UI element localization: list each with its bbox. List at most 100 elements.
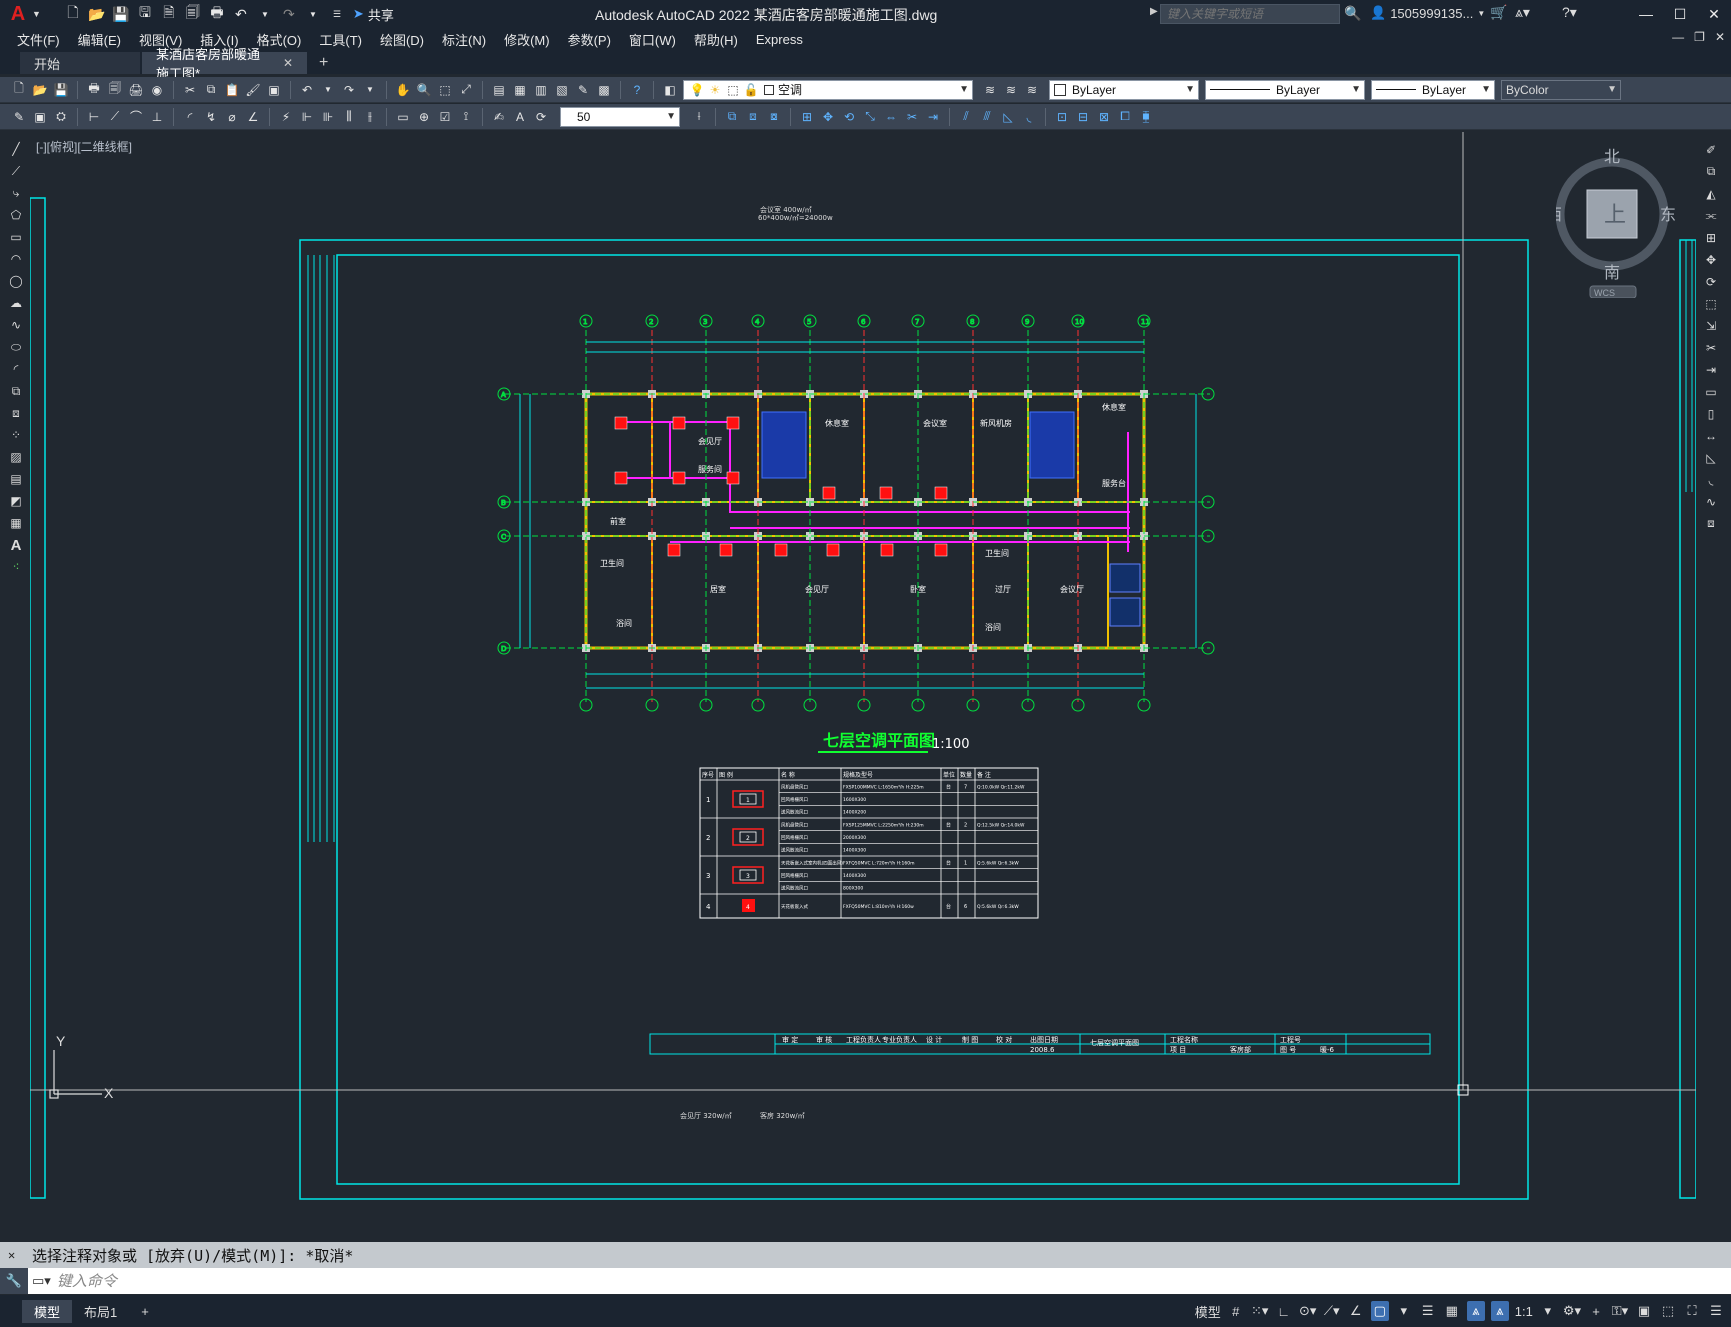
baseline-dim-icon[interactable]: ⊩ bbox=[298, 108, 316, 126]
doc-restore-icon[interactable]: ❐ bbox=[1694, 30, 1705, 44]
zoom-realtime-icon[interactable]: 🔍 bbox=[415, 81, 433, 99]
menu-item-1[interactable]: 编辑(E) bbox=[69, 30, 130, 49]
customize-icon[interactable]: 🔧 bbox=[0, 1268, 28, 1294]
annoscale-dropdown-icon[interactable]: ▾ bbox=[1539, 1301, 1557, 1321]
join-icon[interactable]: ⫻ bbox=[978, 108, 996, 126]
break-at-point-icon[interactable]: ▭ bbox=[1702, 382, 1720, 401]
menu-item-10[interactable]: 窗口(W) bbox=[620, 30, 685, 49]
array-icon[interactable]: ⊞ bbox=[1702, 228, 1720, 247]
paste-icon[interactable]: 📋 bbox=[223, 81, 241, 99]
maximize-icon[interactable]: ☐ bbox=[1663, 0, 1697, 28]
region-icon[interactable]: ◩ bbox=[7, 492, 25, 510]
linear-dim-icon[interactable]: ⊢ bbox=[85, 108, 103, 126]
snap-icon[interactable]: ⁙▾ bbox=[1251, 1301, 1269, 1321]
lineweight-icon[interactable]: ☰ bbox=[1419, 1301, 1437, 1321]
layer-previous-icon[interactable]: ≋ bbox=[1002, 81, 1020, 99]
dim-break-icon[interactable]: ⫲ bbox=[361, 108, 379, 126]
stretch-icon[interactable]: ⇲ bbox=[1702, 316, 1720, 335]
chamfer-icon[interactable]: ◺ bbox=[999, 108, 1017, 126]
line-icon[interactable]: ╱ bbox=[7, 140, 25, 158]
image-icon[interactable]: ⧯ bbox=[1137, 108, 1155, 126]
object-snap-tracking-icon[interactable]: ∠ bbox=[1347, 1301, 1365, 1321]
dim-update-icon[interactable]: ⟳ bbox=[532, 108, 550, 126]
dim-space-icon[interactable]: ⫼ bbox=[340, 108, 358, 126]
save-as-icon[interactable]: 🖫 bbox=[135, 4, 155, 23]
3d-print-icon[interactable]: ◉ bbox=[148, 81, 166, 99]
join-icon[interactable]: ↔ bbox=[1702, 426, 1720, 445]
construction-line-icon[interactable]: ⟋ bbox=[7, 162, 25, 180]
redo-dropdown-icon[interactable]: ▼ bbox=[361, 81, 379, 99]
aligned-dim-icon[interactable]: ⟋ bbox=[106, 108, 124, 126]
dim-text-edit-icon[interactable]: A bbox=[511, 108, 529, 126]
stretch-icon[interactable]: ⇔ bbox=[882, 108, 900, 126]
insert-block-icon[interactable]: ⊡ bbox=[1053, 108, 1071, 126]
move-icon[interactable]: ✥ bbox=[819, 108, 837, 126]
jogged-dim-icon[interactable]: ↯ bbox=[202, 108, 220, 126]
doc-close-icon[interactable]: ✕ bbox=[1715, 30, 1725, 44]
gradient-icon[interactable]: ▤ bbox=[7, 470, 25, 488]
tab-model[interactable]: 模型 bbox=[22, 1299, 73, 1323]
object-snap-icon[interactable]: ▢ bbox=[1370, 1301, 1389, 1321]
radius-dim-icon[interactable]: ◜ bbox=[181, 108, 199, 126]
explode-icon[interactable]: ⧈ bbox=[1702, 514, 1720, 533]
tab-layout1[interactable]: 布局1 bbox=[72, 1300, 129, 1323]
trim-icon[interactable]: ✂ bbox=[903, 108, 921, 126]
ellipse-icon[interactable]: ⬭ bbox=[7, 338, 25, 356]
redo-dropdown-icon[interactable]: ▼ bbox=[303, 5, 323, 23]
cut-icon[interactable]: ✂ bbox=[181, 81, 199, 99]
mtext-icon[interactable]: A bbox=[7, 536, 25, 554]
menu-item-0[interactable]: 文件(F) bbox=[0, 30, 69, 49]
model-space-button[interactable]: 模型 bbox=[1195, 1301, 1221, 1321]
chamfer-icon[interactable]: ◺ bbox=[1702, 448, 1720, 467]
save-icon[interactable]: 💾 bbox=[52, 81, 70, 99]
undo-dropdown-icon[interactable]: ▼ bbox=[255, 5, 275, 23]
user-account[interactable]: 👤 1505999135... ▼ bbox=[1370, 5, 1485, 21]
block-editor-icon[interactable]: ▣ bbox=[265, 81, 283, 99]
new-file-icon[interactable]: 🗋 bbox=[63, 4, 83, 23]
revision-cloud-icon[interactable]: ☁ bbox=[7, 294, 25, 312]
customize-qa-icon[interactable]: ☰ bbox=[327, 5, 347, 23]
offset-icon[interactable]: ⫘ bbox=[1702, 206, 1720, 225]
redo-icon[interactable]: ↷ bbox=[340, 81, 358, 99]
continue-dim-icon[interactable]: ⊪ bbox=[319, 108, 337, 126]
quick-dim-icon[interactable]: ⚡ bbox=[277, 108, 295, 126]
polygon-icon[interactable]: ⬠ bbox=[7, 206, 25, 224]
jogged-linear-icon[interactable]: ⟟ bbox=[457, 108, 475, 126]
copy-object-icon[interactable]: ⧉ bbox=[723, 108, 741, 126]
offset-icon[interactable]: ⧇ bbox=[765, 108, 783, 126]
dim-style-icon[interactable]: ⟊ bbox=[690, 108, 708, 126]
units-icon[interactable]: ⚿▾ bbox=[1611, 1301, 1629, 1321]
color-dropdown[interactable]: ByLayer ▼ bbox=[1049, 79, 1199, 100]
spline-icon[interactable]: ∿ bbox=[7, 316, 25, 334]
undo-dropdown-icon[interactable]: ▼ bbox=[319, 81, 337, 99]
workspace-gear-icon[interactable]: ⚙▾ bbox=[1563, 1301, 1581, 1321]
close-tab-icon[interactable]: ✕ bbox=[283, 56, 293, 70]
isolate-icon[interactable]: ⬚ bbox=[1659, 1301, 1677, 1321]
qnew-icon[interactable]: 🗋 bbox=[10, 81, 28, 99]
insert-block-icon[interactable]: ⧉ bbox=[7, 382, 25, 400]
extend-icon[interactable]: ⇥ bbox=[1702, 360, 1720, 379]
auto-scale-icon[interactable]: ⩓ bbox=[1490, 1301, 1509, 1321]
rotate-icon[interactable]: ⟳ bbox=[1702, 272, 1720, 291]
autocad-logo-icon[interactable]: A bbox=[6, 2, 30, 26]
linetype-dropdown[interactable]: ByLayer ▼ bbox=[1205, 79, 1365, 100]
break-icon[interactable]: ▯ bbox=[1702, 404, 1720, 423]
rotate-icon[interactable]: ⟲ bbox=[840, 108, 858, 126]
search-icon[interactable]: 🔍 bbox=[1344, 5, 1361, 22]
menu-item-12[interactable]: Express bbox=[747, 32, 812, 47]
make-current-layer-icon[interactable]: ≋ bbox=[981, 81, 999, 99]
plot-icon[interactable]: 🖶 bbox=[207, 4, 227, 23]
hatch-icon[interactable]: ▨ bbox=[7, 448, 25, 466]
match-properties-icon[interactable]: 🖌 bbox=[244, 81, 262, 99]
copy-icon[interactable]: ⧉ bbox=[1702, 162, 1720, 181]
menu-item-9[interactable]: 参数(P) bbox=[559, 30, 620, 49]
array-icon[interactable]: ⊞ bbox=[798, 108, 816, 126]
angular-dim-icon[interactable]: ∠ bbox=[244, 108, 262, 126]
ortho-icon[interactable]: ∟ bbox=[1275, 1301, 1293, 1321]
rectangle-icon[interactable]: ▭ bbox=[7, 228, 25, 246]
minimize-icon[interactable]: — bbox=[1629, 0, 1663, 28]
point-icon[interactable]: ⁘ bbox=[7, 426, 25, 444]
sheet-set-icon[interactable]: ▧ bbox=[553, 81, 571, 99]
doc-minimize-icon[interactable]: — bbox=[1672, 30, 1684, 44]
tool-b-icon[interactable]: ▣ bbox=[31, 108, 49, 126]
